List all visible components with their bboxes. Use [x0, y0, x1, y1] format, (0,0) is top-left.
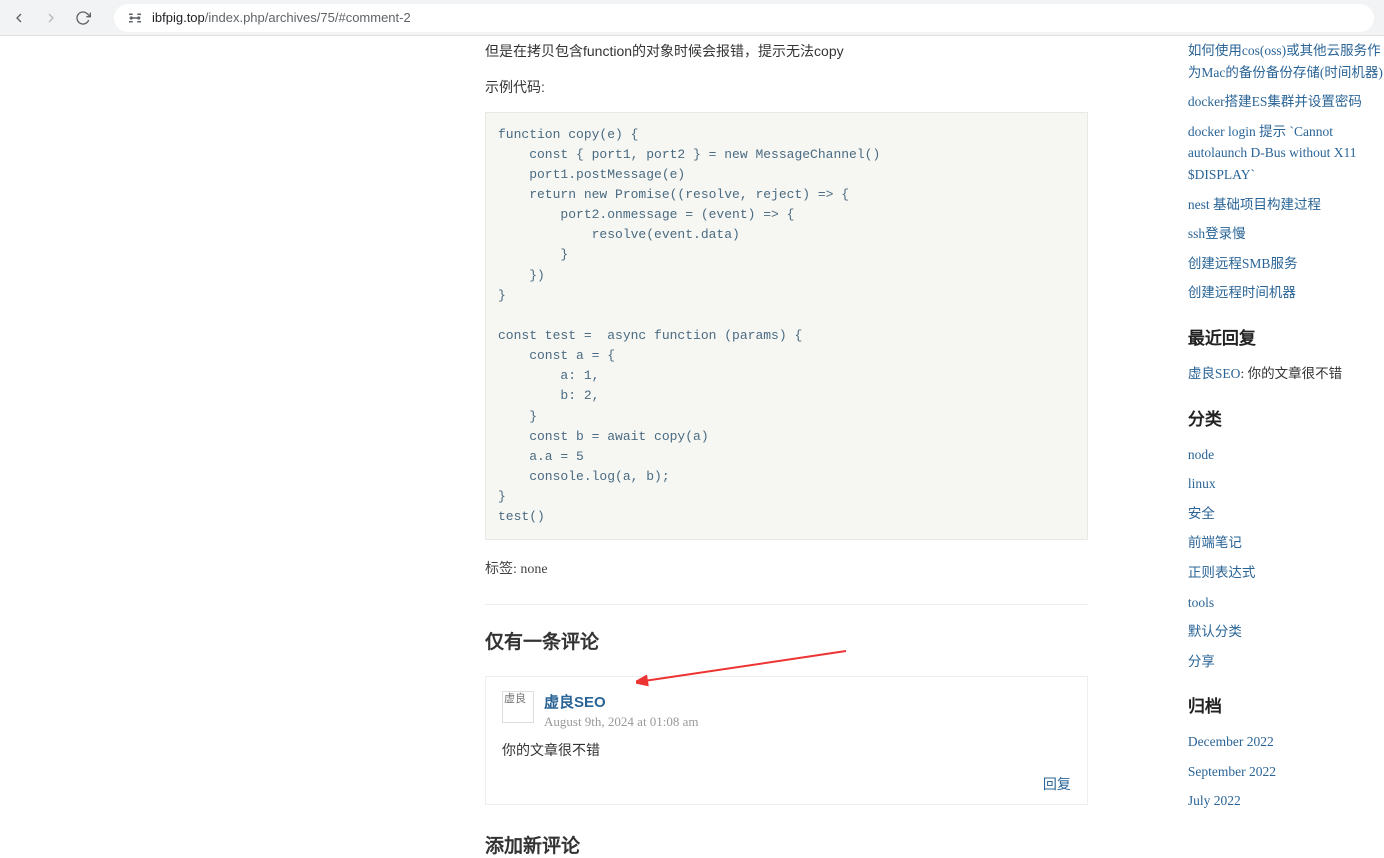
recent-reply-author[interactable]: 虚良SEO [1188, 366, 1241, 381]
list-item: tools [1188, 592, 1384, 614]
recent-reply-title: 最近回复 [1188, 324, 1384, 349]
list-item: 分享 [1188, 651, 1384, 673]
forward-icon[interactable] [42, 9, 60, 27]
article-intro: 但是在拷贝包含function的对象时候会报错，提示无法copy [485, 40, 1088, 64]
comment-item: 虚良 虚良SEO August 9th, 2024 at 01:08 am 你的… [485, 676, 1088, 805]
list-item: September 2022 [1188, 761, 1384, 783]
recent-post-link[interactable]: ssh登录慢 [1188, 226, 1246, 241]
back-icon[interactable] [10, 9, 28, 27]
list-item: 创建远程时间机器 [1188, 282, 1384, 304]
divider [485, 604, 1088, 605]
list-item: docker login 提示 `Cannot autolaunch D-Bus… [1188, 121, 1384, 186]
list-item: node [1188, 444, 1384, 466]
recent-post-link[interactable]: docker login 提示 `Cannot autolaunch D-Bus… [1188, 124, 1357, 182]
recent-post-link[interactable]: 创建远程SMB服务 [1188, 256, 1298, 271]
comments-title: 仅有一条评论 [485, 627, 1088, 654]
tags-value: none [520, 562, 547, 577]
reload-icon[interactable] [74, 9, 92, 27]
category-link[interactable]: 默认分类 [1188, 624, 1242, 639]
address-bar[interactable]: ibfpig.top/index.php/archives/75/#commen… [114, 4, 1374, 32]
list-item: 默认分类 [1188, 621, 1384, 643]
list-item: linux [1188, 473, 1384, 495]
code-block: function copy(e) { const { port1, port2 … [485, 112, 1088, 541]
url-path: /index.php/archives/75/#comment-2 [205, 10, 411, 25]
list-item: nest 基础项目构建过程 [1188, 194, 1384, 216]
recent-post-link[interactable]: 创建远程时间机器 [1188, 285, 1296, 300]
tags-line: 标签: none [485, 558, 1088, 578]
annotation-arrow-icon [636, 649, 856, 689]
archive-list: December 2022 September 2022 July 2022 [1188, 731, 1384, 812]
category-link[interactable]: node [1188, 447, 1214, 462]
tags-label: 标签: [485, 562, 520, 577]
avatar-alt: 虚良 [504, 693, 526, 705]
comment-author-link[interactable]: 虚良SEO [544, 694, 606, 711]
categories-title: 分类 [1188, 405, 1384, 430]
archive-link[interactable]: September 2022 [1188, 764, 1276, 779]
comment-body: 你的文章很不错 [502, 740, 1071, 760]
list-item: July 2022 [1188, 790, 1384, 812]
recent-post-link[interactable]: 如何使用cos(oss)或其他云服务作为Mac的备份备份存储(时间机器) [1188, 43, 1383, 80]
archive-link[interactable]: July 2022 [1188, 793, 1241, 808]
avatar: 虚良 [502, 691, 534, 723]
category-link[interactable]: 正则表达式 [1188, 565, 1256, 580]
list-item: 创建远程SMB服务 [1188, 253, 1384, 275]
recent-reply-sep: : [1240, 366, 1247, 381]
list-item: 如何使用cos(oss)或其他云服务作为Mac的备份备份存储(时间机器) [1188, 40, 1384, 83]
article-main: 但是在拷贝包含function的对象时候会报错，提示无法copy 示例代码: f… [485, 40, 1088, 858]
sidebar: 如何使用cos(oss)或其他云服务作为Mac的备份备份存储(时间机器) doc… [1188, 40, 1384, 820]
archive-title: 归档 [1188, 692, 1384, 717]
list-item: 安全 [1188, 503, 1384, 525]
recent-post-link[interactable]: docker搭建ES集群并设置密码 [1188, 94, 1362, 109]
list-item: docker搭建ES集群并设置密码 [1188, 91, 1384, 113]
site-info-icon[interactable] [126, 9, 144, 27]
browser-toolbar: ibfpig.top/index.php/archives/75/#commen… [0, 0, 1384, 36]
url-host: ibfpig.top [152, 10, 205, 25]
list-item: ssh登录慢 [1188, 223, 1384, 245]
sample-code-label: 示例代码: [485, 76, 1088, 100]
recent-reply-item: 虚良SEO: 你的文章很不错 [1188, 363, 1384, 385]
add-comment-title: 添加新评论 [485, 831, 1088, 858]
categories-list: node linux 安全 前端笔记 正则表达式 tools 默认分类 分享 [1188, 444, 1384, 673]
url-text: ibfpig.top/index.php/archives/75/#commen… [152, 10, 411, 25]
category-link[interactable]: tools [1188, 595, 1214, 610]
category-link[interactable]: 安全 [1188, 506, 1215, 521]
comment-date: August 9th, 2024 at 01:08 am [544, 714, 1071, 730]
recent-posts-list: 如何使用cos(oss)或其他云服务作为Mac的备份备份存储(时间机器) doc… [1188, 40, 1384, 304]
list-item: 前端笔记 [1188, 532, 1384, 554]
category-link[interactable]: 前端笔记 [1188, 535, 1242, 550]
category-link[interactable]: 分享 [1188, 654, 1215, 669]
list-item: 正则表达式 [1188, 562, 1384, 584]
reply-button[interactable]: 回复 [1043, 776, 1071, 792]
category-link[interactable]: linux [1188, 476, 1216, 491]
archive-link[interactable]: December 2022 [1188, 734, 1274, 749]
recent-post-link[interactable]: nest 基础项目构建过程 [1188, 197, 1321, 212]
recent-reply-text: 你的文章很不错 [1248, 366, 1343, 381]
list-item: December 2022 [1188, 731, 1384, 753]
